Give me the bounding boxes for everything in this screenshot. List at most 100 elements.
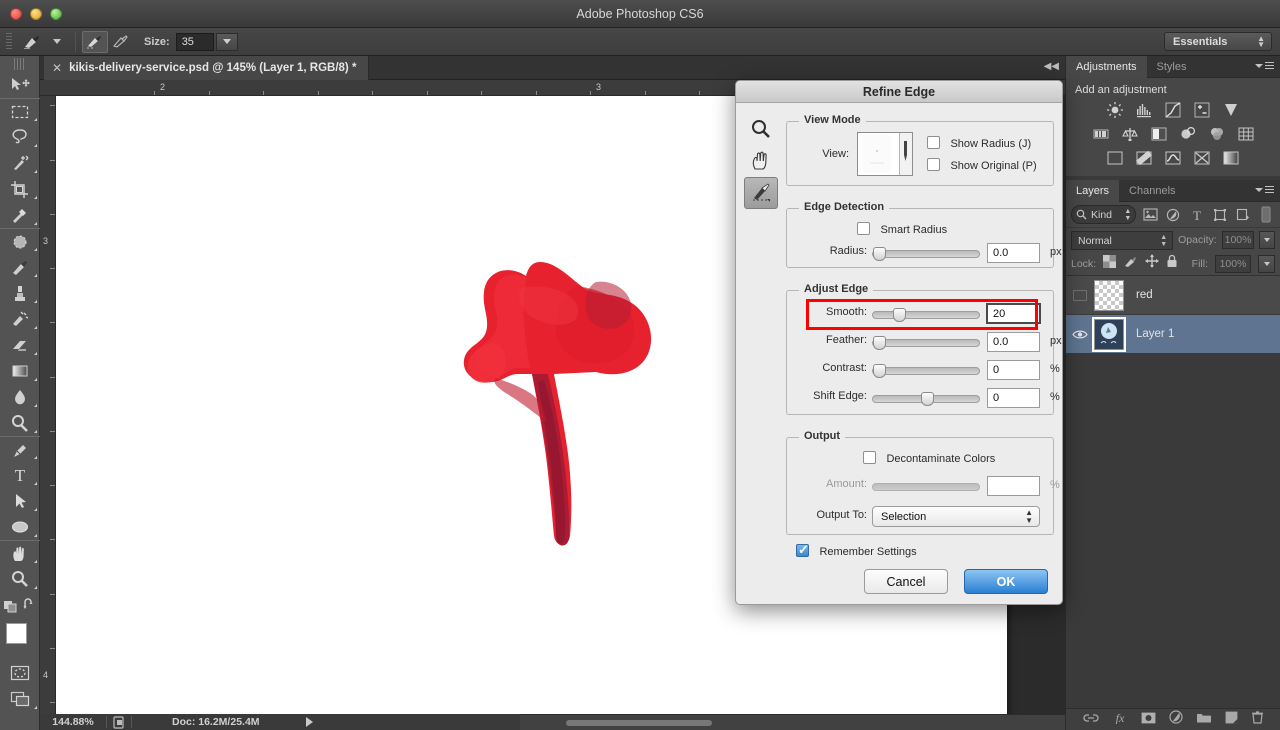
workspace-selector[interactable]: Essentials ▲ ▼	[1164, 32, 1272, 51]
foreground-color-swatch[interactable]	[6, 623, 27, 644]
decontaminate-colors-checkbox[interactable]	[863, 451, 876, 465]
view-mode-thumbnail[interactable]	[857, 132, 913, 176]
collapse-panels-icon[interactable]: ◀◀	[1044, 61, 1059, 72]
adjustments-panel-menu-icon[interactable]	[1255, 62, 1274, 69]
layers-panel-menu-icon[interactable]	[1255, 186, 1274, 193]
feather-slider-knob[interactable]	[873, 336, 886, 350]
amount-input[interactable]	[987, 476, 1040, 496]
vibrance-adjustment-icon[interactable]	[1220, 100, 1242, 120]
refine-radius-brush-button[interactable]	[82, 30, 108, 53]
layer-filter-kind-select[interactable]: Kind ▲ ▼	[1071, 205, 1137, 224]
tab-channels[interactable]: Channels	[1119, 180, 1185, 202]
opacity-dropdown-icon[interactable]	[1259, 231, 1276, 249]
output-to-select[interactable]: Selection ▲ ▼	[872, 506, 1040, 527]
status-menu-arrow-icon[interactable]	[305, 717, 313, 727]
show-radius-checkbox-row[interactable]: Show Radius (J)	[927, 134, 1031, 152]
filter-smart-objects-icon[interactable]	[1234, 205, 1252, 224]
color-swatches[interactable]	[0, 620, 40, 660]
dialog-refine-radius-brush-tool[interactable]	[744, 177, 778, 209]
lock-position-icon[interactable]	[1145, 254, 1160, 273]
type-tool[interactable]: T	[0, 462, 40, 488]
filter-toggle-switch[interactable]	[1257, 205, 1275, 224]
filter-adjustment-layers-icon[interactable]	[1164, 205, 1182, 224]
radius-input[interactable]: 0.0	[987, 243, 1040, 263]
new-layer-icon[interactable]	[1225, 711, 1238, 729]
channel-mixer-adjustment-icon[interactable]	[1206, 124, 1228, 144]
color-lookup-adjustment-icon[interactable]	[1235, 124, 1257, 144]
lock-all-icon[interactable]	[1166, 254, 1178, 273]
exposure-adjustment-icon[interactable]	[1191, 100, 1213, 120]
tab-adjustments[interactable]: Adjustments	[1066, 56, 1147, 78]
lasso-tool[interactable]	[0, 124, 40, 150]
new-adjustment-layer-icon[interactable]	[1169, 710, 1183, 729]
link-layers-icon[interactable]	[1082, 711, 1099, 729]
gradient-tool[interactable]	[0, 358, 40, 384]
dialog-zoom-tool[interactable]	[744, 113, 778, 145]
new-group-icon[interactable]	[1196, 711, 1212, 729]
layer-name[interactable]: Layer 1	[1136, 328, 1174, 340]
hand-tool[interactable]	[0, 540, 40, 566]
selective-color-adjustment-icon[interactable]	[1220, 148, 1242, 168]
ellipse-tool[interactable]	[0, 514, 40, 540]
show-original-checkbox-row[interactable]: Show Original (P)	[927, 156, 1037, 174]
zoom-level[interactable]: 144.88%	[40, 716, 106, 728]
options-bar-grip[interactable]	[6, 32, 12, 51]
eraser-tool[interactable]	[0, 332, 40, 358]
smart-radius-checkbox-row[interactable]: Smart Radius	[857, 220, 947, 238]
shift-edge-slider-knob[interactable]	[921, 392, 934, 406]
filter-shape-layers-icon[interactable]	[1211, 205, 1229, 224]
fill-dropdown-icon[interactable]	[1258, 254, 1275, 273]
dialog-hand-tool[interactable]	[744, 145, 778, 177]
feather-input[interactable]: 0.0	[987, 332, 1040, 352]
layer-thumbnail[interactable]	[1094, 279, 1124, 311]
hue-saturation-adjustment-icon[interactable]	[1090, 124, 1112, 144]
tab-styles[interactable]: Styles	[1147, 56, 1197, 78]
color-balance-adjustment-icon[interactable]	[1119, 124, 1141, 144]
history-brush-tool[interactable]	[0, 306, 40, 332]
lock-transparent-pixels-icon[interactable]	[1103, 254, 1117, 273]
brush-preset-chevron-icon[interactable]	[53, 39, 61, 44]
tools-panel-grip[interactable]	[14, 58, 25, 70]
scrollbar-thumb[interactable]	[566, 720, 712, 726]
spot-healing-brush-tool[interactable]	[0, 228, 40, 254]
layer-row[interactable]: Layer 1	[1066, 315, 1280, 354]
refine-edge-dialog[interactable]: Refine Edge View Mode View: Show Radius …	[735, 80, 1063, 605]
feather-slider[interactable]	[872, 336, 980, 350]
posterize-adjustment-icon[interactable]	[1133, 148, 1155, 168]
contrast-slider-knob[interactable]	[873, 364, 886, 378]
show-original-checkbox[interactable]	[927, 158, 940, 172]
filter-pixel-layers-icon[interactable]	[1141, 205, 1159, 224]
active-tool-brush-icon[interactable]	[19, 32, 45, 52]
contrast-slider[interactable]	[872, 364, 980, 378]
document-tab[interactable]: ✕ kikis-delivery-service.psd @ 145% (Lay…	[44, 56, 370, 80]
remember-settings-checkbox[interactable]	[796, 542, 809, 558]
black-white-adjustment-icon[interactable]	[1148, 124, 1170, 144]
quick-mask-mode-button[interactable]	[0, 660, 40, 686]
crop-tool[interactable]	[0, 176, 40, 202]
gradient-map-adjustment-icon[interactable]	[1191, 148, 1213, 168]
brush-size-input[interactable]: 35	[175, 32, 214, 51]
brightness-contrast-adjustment-icon[interactable]	[1104, 100, 1126, 120]
default-colors-and-swap-row[interactable]	[0, 592, 40, 618]
layer-name[interactable]: red	[1136, 289, 1153, 301]
dodge-tool[interactable]	[0, 410, 40, 436]
remember-settings-row[interactable]: Remember Settings	[796, 542, 917, 560]
pen-tool[interactable]	[0, 436, 40, 462]
layer-row[interactable]: red	[1066, 276, 1280, 315]
blend-mode-select[interactable]: Normal ▲ ▼	[1071, 230, 1174, 250]
lock-image-pixels-icon[interactable]	[1123, 255, 1138, 273]
clone-stamp-tool[interactable]	[0, 280, 40, 306]
curves-adjustment-icon[interactable]	[1162, 100, 1184, 120]
fill-input[interactable]: 100%	[1215, 254, 1251, 273]
path-selection-tool[interactable]	[0, 488, 40, 514]
filter-type-layers-icon[interactable]: T	[1188, 205, 1206, 224]
move-tool[interactable]	[0, 72, 40, 98]
shift-edge-input[interactable]: 0	[987, 388, 1040, 408]
contrast-input[interactable]: 0	[987, 360, 1040, 380]
magic-wand-tool[interactable]	[0, 150, 40, 176]
shift-edge-slider[interactable]	[872, 392, 980, 406]
photo-filter-adjustment-icon[interactable]	[1177, 124, 1199, 144]
radius-slider[interactable]	[872, 247, 980, 261]
show-radius-checkbox[interactable]	[927, 136, 940, 150]
screen-mode-button[interactable]	[0, 686, 40, 712]
